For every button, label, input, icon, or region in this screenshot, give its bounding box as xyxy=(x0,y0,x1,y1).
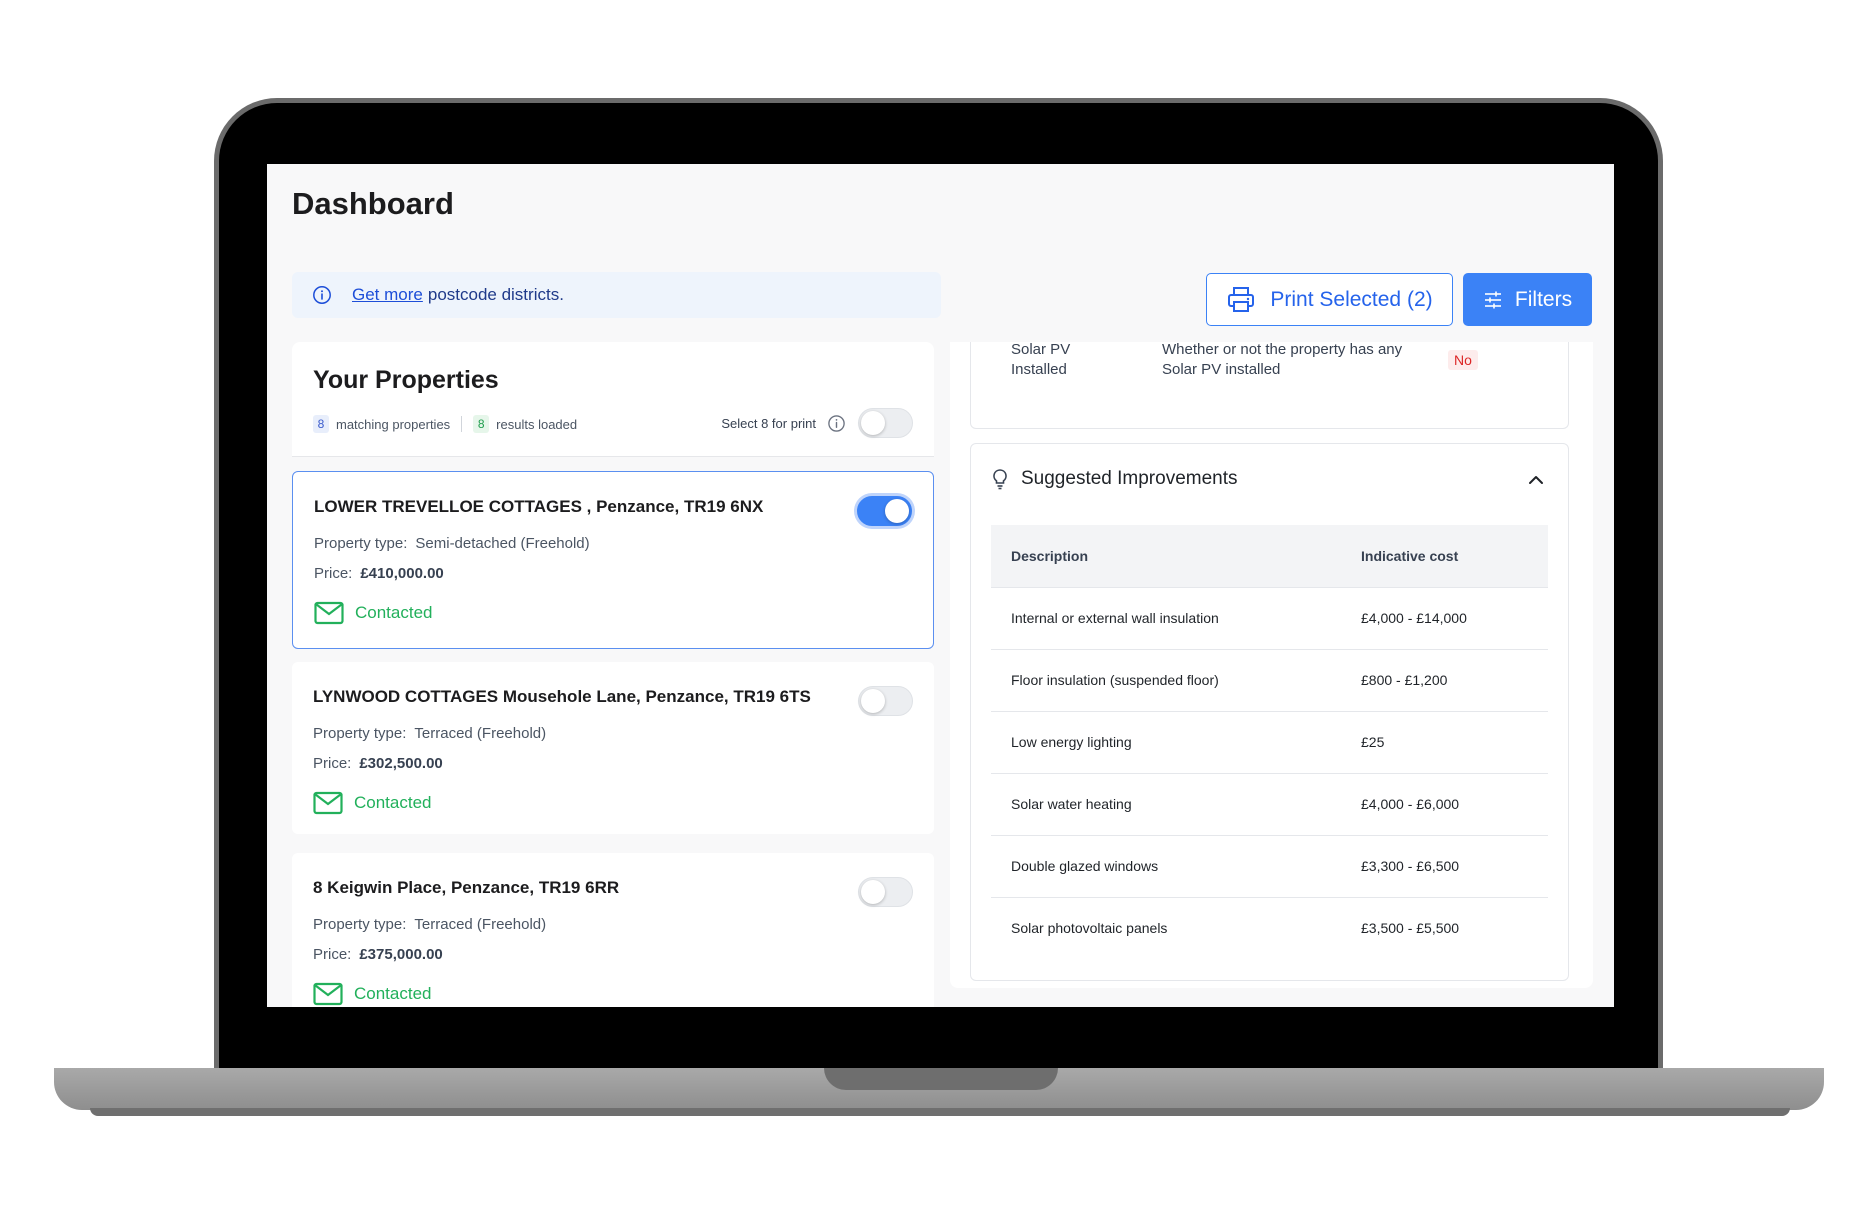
suggested-improvements-section: Suggested Improvements Description Indic… xyxy=(970,443,1569,981)
print-selected-button[interactable]: Print Selected (2) xyxy=(1206,273,1453,326)
property-card[interactable]: 8 Keigwin Place, Penzance, TR19 6RR Prop… xyxy=(292,853,934,1007)
properties-meta: 8 matching properties 8 results loaded xyxy=(313,415,577,433)
chevron-up-icon[interactable] xyxy=(1526,470,1546,490)
filters-label: Filters xyxy=(1514,287,1573,311)
property-type-label: Property type: xyxy=(313,916,407,933)
improvement-description: Floor insulation (suspended floor) xyxy=(991,649,1341,712)
table-row: Low energy lighting £25 xyxy=(991,711,1548,774)
property-type-row: Property type: Terraced (Freehold) xyxy=(313,725,546,742)
price-label: Price: xyxy=(313,946,352,963)
printer-icon xyxy=(1228,286,1255,312)
property-type-value: Semi-detached (Freehold) xyxy=(415,535,590,552)
solar-pv-status-badge: No xyxy=(1448,350,1478,370)
table-row: Floor insulation (suspended floor) £800 … xyxy=(991,649,1548,712)
property-type-row: Property type: Semi-detached (Freehold) xyxy=(314,535,590,552)
get-more-link[interactable]: Get more xyxy=(352,285,423,305)
properties-title: Your Properties xyxy=(313,366,499,394)
price-label: Price: xyxy=(314,565,353,582)
laptop-notch xyxy=(824,1068,1058,1090)
improvement-description: Solar water heating xyxy=(991,773,1341,836)
select-for-print: Select 8 for print xyxy=(721,408,913,438)
improvement-description: Internal or external wall insulation xyxy=(991,587,1341,650)
property-price-row: Price: £302,500.00 xyxy=(313,755,443,772)
page-title: Dashboard xyxy=(292,186,454,221)
loaded-count-badge: 8 xyxy=(473,415,490,433)
property-name: 8 Keigwin Place, Penzance, TR19 6RR xyxy=(313,878,620,897)
property-type-row: Property type: Terraced (Freehold) xyxy=(313,916,546,933)
improvement-cost: £3,300 - £6,500 xyxy=(1341,835,1548,898)
banner-text: postcode districts. xyxy=(427,285,564,304)
contacted-status: Contacted xyxy=(314,601,433,625)
property-price-row: Price: £410,000.00 xyxy=(314,565,444,582)
toggle-knob xyxy=(861,689,885,713)
property-type-value: Terraced (Freehold) xyxy=(414,916,547,933)
properties-header: Your Properties 8 matching properties 8 … xyxy=(292,342,934,457)
property-type-value: Terraced (Freehold) xyxy=(414,725,547,742)
solar-pv-row: Solar PV Installed Whether or not the pr… xyxy=(970,342,1569,429)
mail-icon xyxy=(314,601,344,625)
property-select-toggle[interactable] xyxy=(858,877,913,907)
table-row: Double glazed windows £3,300 - £6,500 xyxy=(991,835,1548,898)
improvement-cost: £800 - £1,200 xyxy=(1341,649,1548,712)
improvements-table: Description Indicative cost Internal or … xyxy=(991,525,1548,959)
property-name: LOWER TREVELLOE COTTAGES , Penzance, TR1… xyxy=(314,497,764,516)
table-row: Internal or external wall insulation £4,… xyxy=(991,587,1548,650)
filters-button[interactable]: Filters xyxy=(1463,273,1592,326)
improvement-description: Low energy lighting xyxy=(991,711,1341,774)
select-for-print-label: Select 8 for print xyxy=(721,415,816,431)
select-all-toggle[interactable] xyxy=(858,408,913,438)
property-price: £410,000.00 xyxy=(360,565,444,582)
property-card[interactable]: LOWER TREVELLOE COTTAGES , Penzance, TR1… xyxy=(292,471,934,649)
improvement-description: Solar photovoltaic panels xyxy=(1011,920,1168,937)
sliders-icon xyxy=(1484,291,1501,308)
toggle-knob xyxy=(861,411,885,435)
improvement-cost: £3,500 - £5,500 xyxy=(1361,920,1460,937)
column-header-cost: Indicative cost xyxy=(1341,525,1548,588)
table-header-row: Description Indicative cost xyxy=(991,525,1548,588)
property-select-toggle[interactable] xyxy=(857,496,912,526)
suggested-improvements-title: Suggested Improvements xyxy=(1021,468,1238,489)
property-select-toggle[interactable] xyxy=(858,686,913,716)
matching-count-badge: 8 xyxy=(313,415,329,433)
property-card[interactable]: LYNWOOD COTTAGES Mousehole Lane, Penzanc… xyxy=(292,662,934,834)
mail-icon xyxy=(313,982,343,1006)
suggested-improvements-header: Suggested Improvements xyxy=(991,468,1238,490)
contacted-label: Contacted xyxy=(354,984,432,1003)
info-icon[interactable] xyxy=(827,414,846,433)
table-row: Solar water heating £4,000 - £6,000 xyxy=(991,773,1548,836)
print-selected-label: Print Selected (2) xyxy=(1270,287,1433,311)
contacted-label: Contacted xyxy=(355,603,433,622)
property-price: £302,500.00 xyxy=(359,755,443,772)
improvement-cost: £25 xyxy=(1341,711,1548,774)
property-type-label: Property type: xyxy=(314,535,408,552)
properties-panel: Your Properties 8 matching properties 8 … xyxy=(292,342,942,1007)
lightbulb-icon xyxy=(993,469,1007,490)
property-type-label: Property type: xyxy=(313,725,407,742)
property-price-row: Price: £375,000.00 xyxy=(313,946,443,963)
table-row: Solar photovoltaic panels £3,500 - £5,50… xyxy=(991,897,1548,959)
info-banner: Get more postcode districts. xyxy=(292,272,941,318)
contacted-status: Contacted xyxy=(313,791,432,815)
improvement-description: Double glazed windows xyxy=(991,835,1341,898)
meta-divider xyxy=(461,416,463,432)
loaded-label: results loaded xyxy=(496,416,578,432)
toggle-knob xyxy=(861,880,885,904)
improvement-cost: £4,000 - £14,000 xyxy=(1341,587,1548,650)
solar-pv-description: Whether or not the property has any Sola… xyxy=(1162,342,1403,378)
laptop-base-foot xyxy=(90,1108,1790,1116)
matching-label: matching properties xyxy=(336,416,451,432)
property-price: £375,000.00 xyxy=(359,946,443,963)
mail-icon xyxy=(313,791,343,815)
info-icon xyxy=(313,286,331,304)
improvement-cost: £4,000 - £6,000 xyxy=(1341,773,1548,836)
price-label: Price: xyxy=(313,755,352,772)
screen: Dashboard Get more postcode districts. P… xyxy=(267,164,1614,1007)
toggle-knob xyxy=(885,499,909,523)
contacted-label: Contacted xyxy=(354,793,432,812)
property-details-panel[interactable]: Solar PV Installed Whether or not the pr… xyxy=(950,342,1593,988)
solar-pv-label: Solar PV Installed xyxy=(1011,342,1071,378)
column-header-description: Description xyxy=(991,525,1341,588)
contacted-status: Contacted xyxy=(313,982,432,1006)
property-name: LYNWOOD COTTAGES Mousehole Lane, Penzanc… xyxy=(313,687,811,706)
